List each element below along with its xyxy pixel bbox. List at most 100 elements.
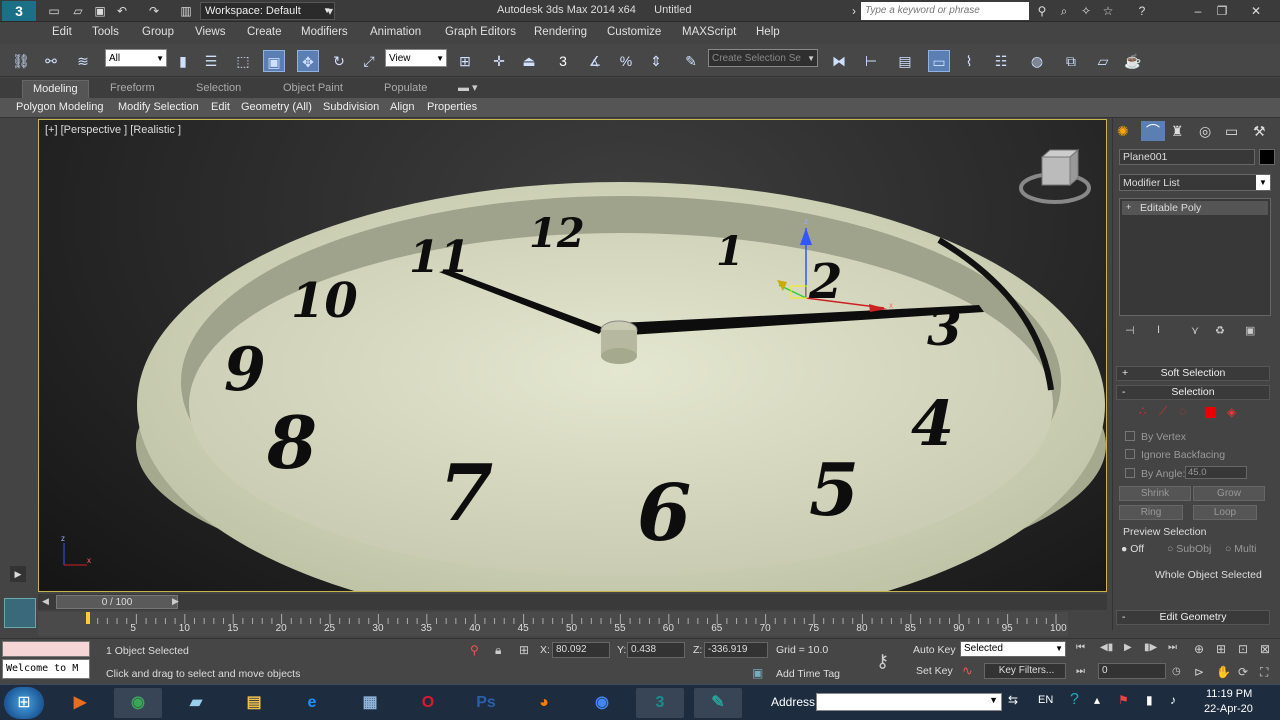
menu-group[interactable]: Group [142, 26, 174, 38]
go-arrow-icon[interactable]: ⇆ [1008, 693, 1018, 707]
clock-time[interactable]: 11:19 PM [1206, 688, 1252, 700]
modify-tab-icon[interactable]: ⌒ [1141, 121, 1165, 141]
named-selection-dropdown[interactable]: Create Selection Se ▼ [708, 49, 818, 67]
menu-create[interactable]: Create [247, 26, 282, 38]
minimize-icon[interactable]: – [1190, 3, 1206, 19]
menu-customize[interactable]: Customize [607, 26, 661, 38]
panel-geometry-all[interactable]: Geometry (All) [241, 101, 312, 113]
undo-icon[interactable]: ↶ [114, 3, 130, 19]
material-editor-icon[interactable]: ◍ [1026, 50, 1048, 72]
zoom-all-icon[interactable]: ⊞ [1216, 642, 1226, 656]
select-by-name-icon[interactable]: ☰ [200, 50, 222, 72]
track-bar[interactable]: 5 10 15 20 25 30 35 40 45 50 55 60 65 70 75 80 85 90 95 100 [38, 612, 1068, 636]
maxscript-input[interactable] [2, 641, 90, 657]
rollout-soft-selection[interactable]: + Soft Selection [1116, 366, 1270, 381]
vertex-mode-icon[interactable]: ∴ [1139, 404, 1147, 418]
volume-icon[interactable]: ♪ [1170, 693, 1176, 707]
key-filters-icon[interactable]: ∿ [962, 663, 973, 679]
menu-animation[interactable]: Animation [370, 26, 421, 38]
reference-coordinate-dropdown[interactable]: View ▼ [385, 49, 447, 67]
clock-date[interactable]: 22-Apr-20 [1204, 703, 1253, 715]
set-key-button[interactable]: Set Key [916, 665, 953, 677]
favorites-icon[interactable]: ☆ [1100, 3, 1116, 19]
select-and-move-icon[interactable]: ✥ [297, 50, 319, 72]
communication-icon[interactable]: ✧ [1078, 3, 1094, 19]
add-time-tag[interactable]: Add Time Tag [776, 668, 840, 680]
align-icon[interactable]: ⊢ [860, 50, 882, 72]
help-icon[interactable]: ? [1134, 3, 1150, 19]
play-arrow-icon[interactable]: ▶ [10, 566, 26, 582]
display-tab-icon[interactable]: ▭ [1225, 123, 1238, 140]
start-button[interactable]: ⊞ [4, 687, 44, 719]
stack-item-editable-poly[interactable]: + Editable Poly [1122, 201, 1268, 215]
menu-edit[interactable]: Edit [52, 26, 72, 38]
panel-properties[interactable]: Properties [427, 101, 477, 113]
select-and-scale-icon[interactable]: ⤢ [358, 50, 380, 72]
grow-button[interactable]: Grow [1193, 486, 1265, 501]
select-manipulate-icon[interactable]: ✛ [488, 50, 510, 72]
restore-icon[interactable]: ❐ [1214, 3, 1230, 19]
auto-key-button[interactable]: Auto Key [913, 644, 956, 656]
time-prev-icon[interactable]: ◀ [42, 596, 49, 607]
isolate-selection-icon[interactable]: ⚲ [470, 643, 479, 657]
help-tray-icon[interactable]: ? [1070, 691, 1079, 709]
3dsmax-icon[interactable]: 3 [636, 688, 684, 718]
rollout-edit-geometry[interactable]: - Edit Geometry [1116, 610, 1270, 625]
chevron-right-icon[interactable]: › [846, 3, 862, 19]
orbit-icon[interactable]: ⟳ [1238, 665, 1248, 679]
ignore-backfacing-checkbox[interactable] [1125, 449, 1135, 459]
workspace-select[interactable]: Workspace: Default ▼ [200, 2, 335, 20]
viewcube[interactable] [1019, 148, 1091, 204]
ring-button[interactable]: Ring [1119, 505, 1183, 520]
select-and-rotate-icon[interactable]: ↻ [328, 50, 350, 72]
rollout-selection[interactable]: - Selection [1116, 385, 1270, 400]
z-coordinate-field[interactable]: -336.919 [704, 642, 768, 658]
percent-snap-icon[interactable]: % [615, 50, 637, 72]
search-input[interactable]: Type a keyword or phrase [861, 2, 1029, 20]
graphite-ribbon-icon[interactable]: ▭ [928, 50, 950, 72]
tab-modeling[interactable]: Modeling [22, 80, 89, 98]
menu-help[interactable]: Help [756, 26, 780, 38]
language-indicator[interactable]: EN [1038, 694, 1053, 706]
object-color-swatch[interactable] [1259, 149, 1275, 165]
ribbon-options-icon[interactable]: ▬ ▾ [458, 81, 478, 94]
curve-editor-icon[interactable]: ⌇ [958, 50, 980, 72]
address-input[interactable]: ▼ [816, 693, 1002, 711]
tab-freeform[interactable]: Freeform [100, 80, 165, 98]
select-object-icon[interactable]: ▮ [172, 50, 194, 72]
field-of-view-icon[interactable]: ⊳ [1194, 665, 1204, 679]
opera-icon[interactable]: O [404, 688, 452, 718]
tab-selection[interactable]: Selection [186, 80, 251, 98]
tab-object-paint[interactable]: Object Paint [273, 80, 353, 98]
perspective-viewport[interactable]: [+] [Perspective ] [Realistic ] 12 1 2 3… [38, 119, 1107, 592]
calculator-icon[interactable]: ▦ [346, 688, 394, 718]
pin-stack-icon[interactable]: ⊣ [1125, 324, 1135, 337]
menu-views[interactable]: Views [195, 26, 225, 38]
panel-polygon-modeling[interactable]: Polygon Modeling [16, 101, 103, 113]
panel-subdivision[interactable]: Subdivision [323, 101, 379, 113]
window-crossing-icon[interactable]: ▣ [263, 50, 285, 72]
make-unique-icon[interactable]: ⋎ [1191, 324, 1199, 337]
y-coordinate-field[interactable]: 0.438 [627, 642, 685, 658]
preview-off-radio[interactable]: ● Off [1121, 543, 1144, 555]
flag-icon[interactable]: ⚑ [1118, 693, 1129, 707]
maximize-viewport-icon[interactable]: ⛶ [1260, 665, 1268, 680]
tab-populate[interactable]: Populate [374, 80, 437, 98]
save-file-icon[interactable]: ▣ [92, 3, 108, 19]
pivot-center-icon[interactable]: ⊞ [454, 50, 476, 72]
render-setup-icon[interactable]: ⧉ [1060, 50, 1082, 72]
time-tag-icon[interactable]: ▣ [752, 666, 763, 680]
absolute-mode-icon[interactable]: ⊞ [519, 643, 529, 657]
redo-icon[interactable]: ↷ [146, 3, 162, 19]
workspace-menu-icon[interactable]: ▾ [322, 3, 338, 19]
spinner-snap-icon[interactable]: ⇕ [645, 50, 667, 72]
by-angle-checkbox[interactable] [1125, 468, 1135, 478]
panel-align[interactable]: Align [390, 101, 414, 113]
app-icon[interactable]: ✎ [694, 688, 742, 718]
new-file-icon[interactable]: ▭ [46, 3, 62, 19]
next-frame-icon[interactable]: ▮▶ [1144, 642, 1157, 653]
utilities-tab-icon[interactable]: ⚒ [1253, 123, 1266, 140]
mini-listener-icon[interactable] [4, 598, 36, 628]
ie-icon[interactable]: e [288, 688, 336, 718]
panel-modify-selection[interactable]: Modify Selection [118, 101, 199, 113]
